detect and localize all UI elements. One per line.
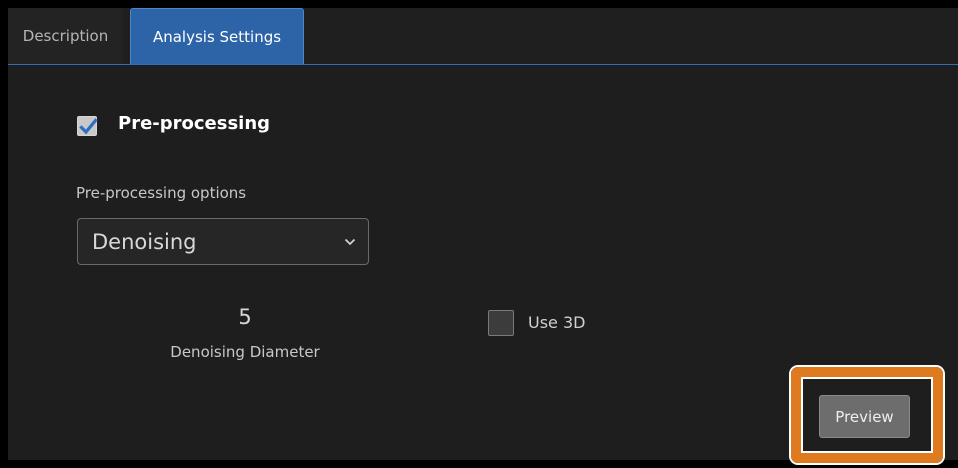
denoising-diameter-label: Denoising Diameter xyxy=(170,343,320,361)
app-window: Description Analysis Settings Pre-proces… xyxy=(0,0,958,468)
preview-button[interactable]: Preview xyxy=(819,395,910,438)
tab-description-label: Description xyxy=(22,27,109,45)
select-value: Denoising xyxy=(92,229,197,254)
preview-button-label: Preview xyxy=(835,407,894,426)
settings-panel: Description Analysis Settings Pre-proces… xyxy=(8,8,958,463)
tab-description[interactable]: Description xyxy=(8,8,123,64)
use-3d-label[interactable]: Use 3D xyxy=(528,313,585,332)
tab-analysis-settings-label: Analysis Settings xyxy=(152,27,282,46)
tab-analysis-settings[interactable]: Analysis Settings xyxy=(130,8,304,64)
checkmark-icon xyxy=(79,118,98,135)
denoising-diameter-value[interactable]: 5 xyxy=(145,305,345,329)
analysis-settings-content: Pre-processing Pre-processing options De… xyxy=(8,65,958,463)
preprocessing-options-label: Pre-processing options xyxy=(76,184,247,202)
preprocessing-label[interactable]: Pre-processing xyxy=(118,113,270,134)
tab-bar: Description Analysis Settings xyxy=(8,8,958,65)
use-3d-checkbox[interactable] xyxy=(488,310,514,336)
preprocessing-options-select[interactable]: Denoising xyxy=(77,218,369,265)
preprocessing-checkbox[interactable] xyxy=(77,116,98,136)
chevron-down-icon xyxy=(344,238,356,246)
